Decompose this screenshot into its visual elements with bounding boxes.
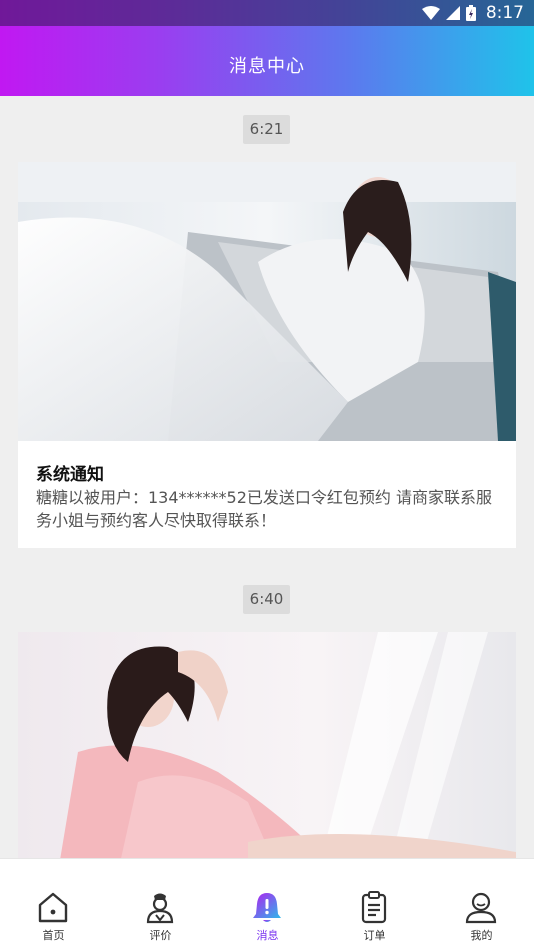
message-list[interactable]: 6:21 系统通知 糖糖以被用户：134******52已发送口令红包预约 请商… (0, 96, 534, 858)
wifi-icon (421, 6, 440, 20)
tab-orders[interactable]: 订单 (321, 859, 428, 952)
reviewer-icon (146, 893, 174, 924)
tab-label: 我的 (470, 929, 493, 942)
tab-profile[interactable]: 我的 (428, 859, 534, 952)
message-photo (18, 632, 516, 858)
tab-reviews[interactable]: 评价 (107, 859, 214, 952)
message-time-chip: 6:21 (243, 115, 290, 144)
battery-icon (465, 5, 476, 21)
tab-label: 消息 (256, 929, 279, 942)
message-body: 糖糖以被用户：134******52已发送口令红包预约 请商家联系服务小姐与预约… (36, 488, 492, 530)
clipboard-icon (361, 891, 387, 924)
message-photo (18, 162, 516, 441)
user-icon (465, 892, 497, 924)
signal-icon (445, 6, 460, 20)
message-card[interactable] (18, 632, 516, 858)
bell-icon (253, 893, 281, 922)
message-card[interactable]: 系统通知 糖糖以被用户：134******52已发送口令红包预约 请商家联系服务… (18, 162, 516, 548)
home-icon (38, 892, 68, 923)
page-title: 消息中心 (229, 56, 305, 77)
tab-label: 首页 (42, 929, 65, 942)
header-bar: 8:17 消息中心 (0, 0, 534, 96)
status-bar: 8:17 (0, 0, 534, 26)
tab-label: 评价 (149, 929, 172, 942)
tab-messages[interactable]: 消息 (214, 859, 321, 952)
message-title: 系统通知 (36, 465, 104, 485)
tab-home[interactable]: 首页 (0, 859, 107, 952)
tab-label: 订单 (363, 929, 386, 942)
bottom-tab-bar: 首页 评价 消息 订单 我的 (0, 858, 534, 952)
status-time: 8:17 (485, 3, 524, 23)
message-time-chip: 6:40 (243, 585, 290, 614)
